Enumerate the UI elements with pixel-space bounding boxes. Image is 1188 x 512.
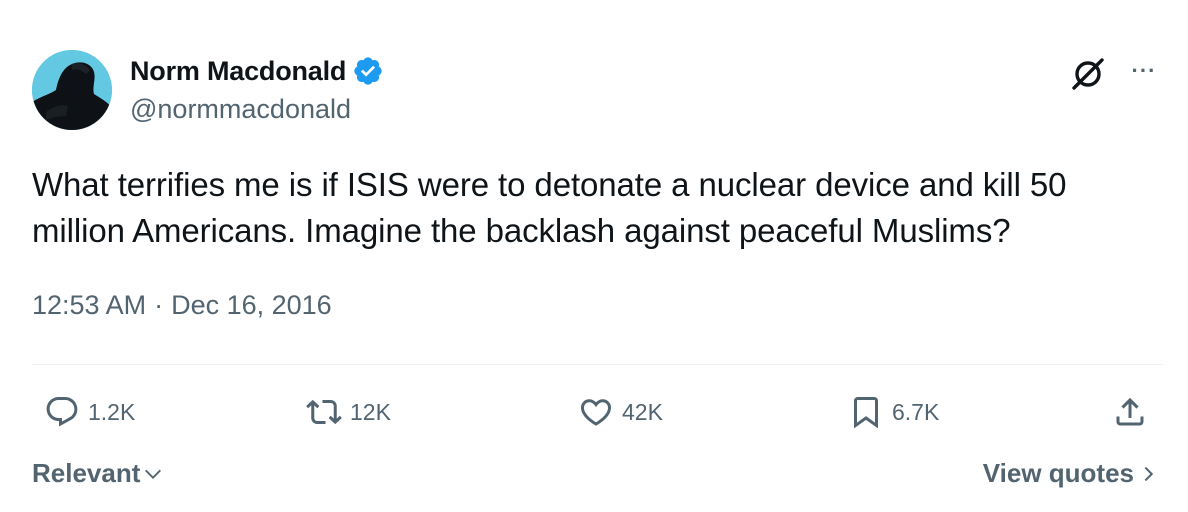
timestamp-separator: · bbox=[154, 290, 164, 320]
tweet-text: What terrifies me is if ISIS were to det… bbox=[32, 166, 1067, 249]
bookmark-icon bbox=[854, 397, 878, 429]
author-name-row: Norm Macdonald bbox=[130, 54, 384, 88]
view-quotes-link[interactable]: View quotes bbox=[983, 458, 1158, 489]
author-handle[interactable]: @normmacdonald bbox=[130, 94, 351, 125]
author-display-name[interactable]: Norm Macdonald bbox=[130, 56, 346, 87]
more-options-button[interactable]: ··· bbox=[1124, 54, 1164, 88]
avatar[interactable] bbox=[32, 50, 112, 130]
reply-button[interactable]: 1.2K bbox=[44, 392, 135, 432]
verified-badge-icon[interactable] bbox=[352, 55, 384, 87]
share-button[interactable] bbox=[1112, 392, 1148, 432]
bookmark-count: 6.7K bbox=[892, 398, 940, 425]
heart-icon bbox=[580, 399, 612, 426]
like-count: 42K bbox=[622, 398, 663, 425]
repost-count: 12K bbox=[350, 398, 391, 425]
reply-icon bbox=[46, 397, 78, 427]
share-icon bbox=[1116, 397, 1144, 426]
bookmark-button[interactable]: 6.7K bbox=[848, 392, 939, 432]
tweet-time[interactable]: 12:53 AM bbox=[32, 290, 146, 321]
grok-button[interactable] bbox=[1068, 54, 1108, 94]
sort-label: Relevant bbox=[32, 458, 141, 488]
repost-icon bbox=[306, 399, 342, 425]
chevron-right-icon bbox=[1144, 466, 1154, 481]
view-quotes-label: View quotes bbox=[982, 458, 1134, 488]
grok-icon bbox=[1072, 58, 1104, 90]
more-icon: ··· bbox=[1131, 58, 1157, 83]
tweet-timestamp[interactable]: 12:53 AM · Dec 16, 2016 bbox=[32, 290, 332, 321]
tweet-date[interactable]: Dec 16, 2016 bbox=[171, 290, 332, 321]
chevron-down-icon bbox=[145, 469, 162, 479]
sort-replies-dropdown[interactable]: Relevant bbox=[32, 458, 164, 489]
divider bbox=[32, 364, 1163, 365]
repost-button[interactable]: 12K bbox=[306, 392, 391, 432]
like-button[interactable]: 42K bbox=[578, 392, 663, 432]
reply-count: 1.2K bbox=[88, 398, 136, 425]
